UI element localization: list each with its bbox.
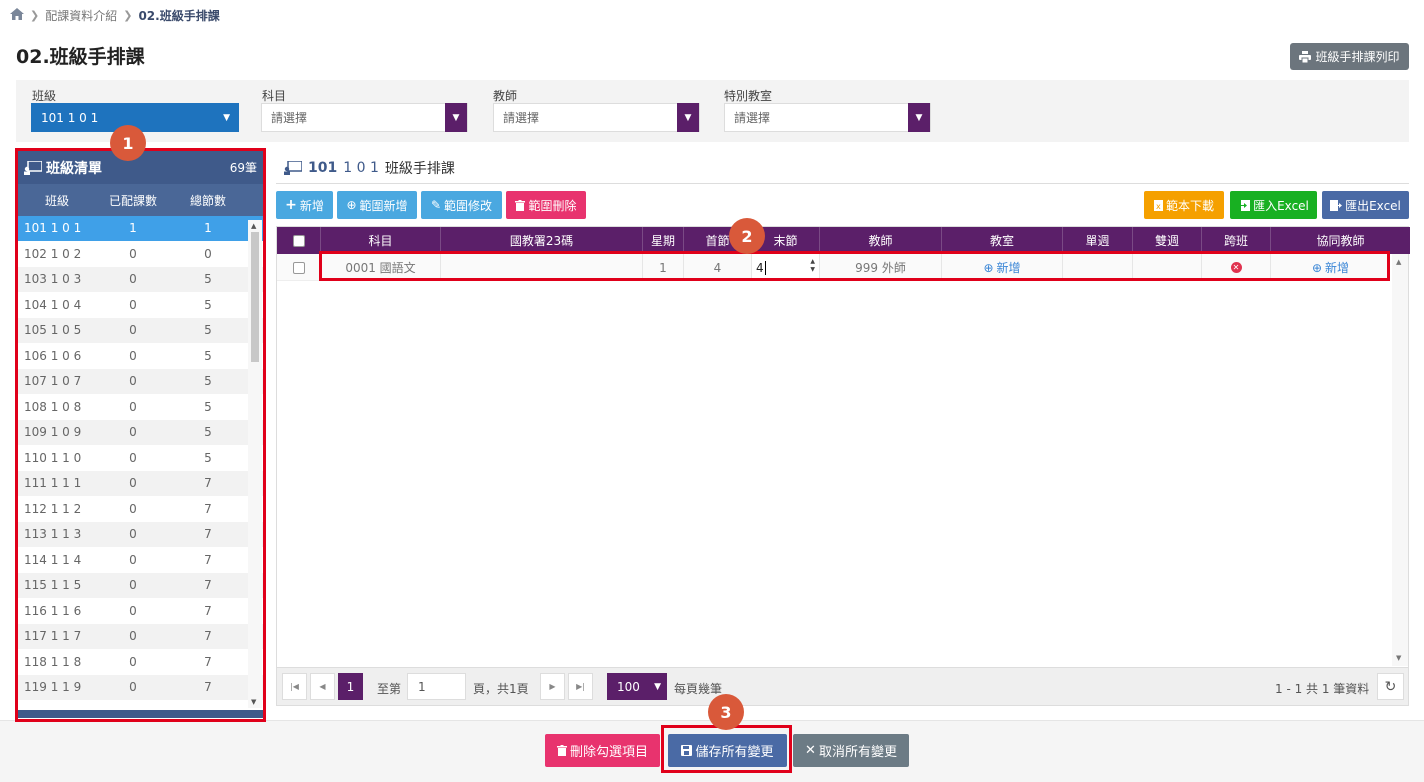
- range-edit-button[interactable]: ✎ 範圍修改: [421, 191, 502, 219]
- row-checkbox[interactable]: [292, 261, 305, 274]
- plus-circle-icon: ⊕: [346, 198, 357, 212]
- record-summary: 1 - 1 共 1 筆資料: [1275, 682, 1370, 696]
- template-download-label: 範本下載: [1165, 198, 1214, 213]
- annotation-badge-1: 1: [110, 125, 146, 161]
- grid-header: 科目 國教署23碼 星期 首節 末節 教師 教室 單週 雙週 跨班 協同教師: [277, 227, 1410, 254]
- scroll-up-icon[interactable]: ▲: [1396, 258, 1401, 266]
- trash-icon: [515, 199, 526, 211]
- col-code23[interactable]: 國教署23碼: [441, 227, 643, 254]
- svg-text:x: x: [1156, 202, 1161, 211]
- annotation-badge-3: 3: [708, 694, 744, 730]
- classroom-icon: [284, 161, 302, 175]
- delete-checked-label: 刪除勾選項目: [569, 745, 648, 760]
- printer-icon: [1299, 50, 1312, 63]
- teacher-filter-label: 教師: [493, 89, 518, 103]
- annotation-box-1: [15, 148, 266, 722]
- plus-icon: +: [285, 197, 297, 213]
- room-filter-label: 特別教室: [724, 89, 773, 103]
- file-import-icon: [1238, 199, 1251, 211]
- col-room[interactable]: 教室: [942, 227, 1063, 254]
- annotation-box-2: [319, 251, 1390, 281]
- col-cross-class[interactable]: 跨班: [1202, 227, 1271, 254]
- subject-select-placeholder: 請選擇: [271, 111, 308, 125]
- room-select-placeholder: 請選擇: [734, 111, 771, 125]
- goto-label: 至第: [377, 682, 402, 696]
- schedule-class-code: 101: [308, 160, 338, 176]
- select-all-checkbox[interactable]: [292, 234, 305, 247]
- add-button[interactable]: + 新增: [276, 191, 333, 219]
- breadcrumb-item[interactable]: 配課資料介紹: [45, 7, 117, 24]
- range-delete-label: 範圍刪除: [528, 198, 577, 213]
- first-page-icon[interactable]: |◀: [282, 673, 307, 700]
- page-title: 02.班級手排課: [16, 46, 145, 68]
- class-select-value: 101 1 0 1: [41, 110, 99, 125]
- export-excel-label: 匯出Excel: [1345, 198, 1401, 213]
- caret-down-icon[interactable]: ▼: [908, 103, 930, 132]
- home-icon[interactable]: [10, 8, 24, 23]
- export-excel-button[interactable]: 匯出Excel: [1322, 191, 1409, 219]
- col-single-week[interactable]: 單週: [1063, 227, 1133, 254]
- goto-page-input[interactable]: 1: [407, 673, 466, 700]
- page-size-select[interactable]: 100 ▼: [607, 673, 667, 700]
- print-class-schedule-button[interactable]: 班級手排課列印: [1290, 43, 1409, 70]
- annotation-box-3: [661, 725, 792, 773]
- cancel-all-label: 取消所有變更: [818, 745, 897, 760]
- file-excel-icon: x: [1153, 199, 1163, 211]
- trash-icon: [556, 745, 567, 756]
- col-co-teacher[interactable]: 協同教師: [1271, 227, 1410, 254]
- chevron-right-icon: ❯: [123, 9, 133, 22]
- template-download-button[interactable]: x 範本下載: [1144, 191, 1224, 219]
- page-total-label: 頁，共1頁: [473, 682, 529, 696]
- select-all-cell: [277, 227, 321, 254]
- range-delete-button[interactable]: 範圍刪除: [506, 191, 586, 219]
- page-size-value: 100: [617, 679, 640, 694]
- caret-down-icon: ▼: [654, 681, 661, 692]
- annotation-badge-2: 2: [729, 218, 765, 254]
- col-weekday[interactable]: 星期: [643, 227, 684, 254]
- class-filter-label: 班級: [32, 89, 57, 103]
- last-page-icon[interactable]: ▶|: [568, 673, 593, 700]
- cancel-all-button[interactable]: ✕ 取消所有變更: [793, 734, 909, 767]
- prev-page-icon[interactable]: ◀: [310, 673, 335, 700]
- schedule-title-text: 班級手排課: [384, 161, 455, 177]
- x-icon: ✕: [805, 743, 816, 758]
- col-subject[interactable]: 科目: [321, 227, 441, 254]
- schedule-class-name: 1 0 1: [343, 160, 379, 176]
- caret-down-icon[interactable]: ▼: [677, 103, 699, 132]
- subject-filter-label: 科目: [262, 89, 287, 103]
- teacher-select-placeholder: 請選擇: [503, 111, 540, 125]
- caret-down-icon[interactable]: ▼: [445, 103, 467, 132]
- grid-scrollbar[interactable]: ▲ ▼: [1392, 254, 1408, 666]
- col-teacher[interactable]: 教師: [820, 227, 942, 254]
- grid-pager: |◀ ◀ 1 至第 1 頁，共1頁 ▶ ▶| 100 ▼ 每頁幾筆 1 - 1 …: [277, 667, 1408, 705]
- range-add-label: 範圍新增: [359, 198, 408, 213]
- import-excel-label: 匯入Excel: [1253, 198, 1309, 213]
- range-edit-label: 範圍修改: [444, 198, 493, 213]
- subject-select[interactable]: 請選擇 ▼: [261, 103, 468, 132]
- schedule-grid: 科目 國教署23碼 星期 首節 末節 教師 教室 單週 雙週 跨班 協同教師 0…: [276, 226, 1410, 706]
- teacher-select[interactable]: 請選擇 ▼: [493, 103, 700, 132]
- divider: [276, 183, 1409, 184]
- page-size-label: 每頁幾筆: [674, 682, 723, 696]
- pencil-icon: ✎: [430, 198, 442, 212]
- breadcrumb-current: 02.班級手排課: [138, 9, 220, 23]
- schedule-title: 101 1 0 1 班級手排課: [284, 158, 455, 178]
- range-add-button[interactable]: ⊕ 範圍新增: [337, 191, 417, 219]
- filter-bar: 班級 101 1 0 1 ▼ 科目 請選擇 ▼ 教師 請選擇 ▼ 特別教室 請選…: [16, 80, 1409, 142]
- special-room-select[interactable]: 請選擇 ▼: [724, 103, 931, 132]
- refresh-icon[interactable]: ↻: [1377, 673, 1404, 700]
- next-page-icon[interactable]: ▶: [540, 673, 565, 700]
- breadcrumb: ❯ 配課資料介紹 ❯ 02.班級手排課: [10, 7, 220, 24]
- caret-down-icon: ▼: [223, 112, 230, 123]
- print-button-label: 班級手排課列印: [1315, 50, 1400, 64]
- scroll-down-icon[interactable]: ▼: [1396, 654, 1401, 662]
- row-select-cell: [277, 254, 321, 281]
- add-button-label: 新增: [299, 198, 324, 213]
- import-excel-button[interactable]: 匯入Excel: [1230, 191, 1317, 219]
- file-export-icon: [1330, 199, 1343, 211]
- delete-checked-button[interactable]: 刪除勾選項目: [545, 734, 660, 767]
- current-page-button[interactable]: 1: [338, 673, 363, 700]
- col-double-week[interactable]: 雙週: [1133, 227, 1202, 254]
- chevron-right-icon: ❯: [30, 9, 40, 22]
